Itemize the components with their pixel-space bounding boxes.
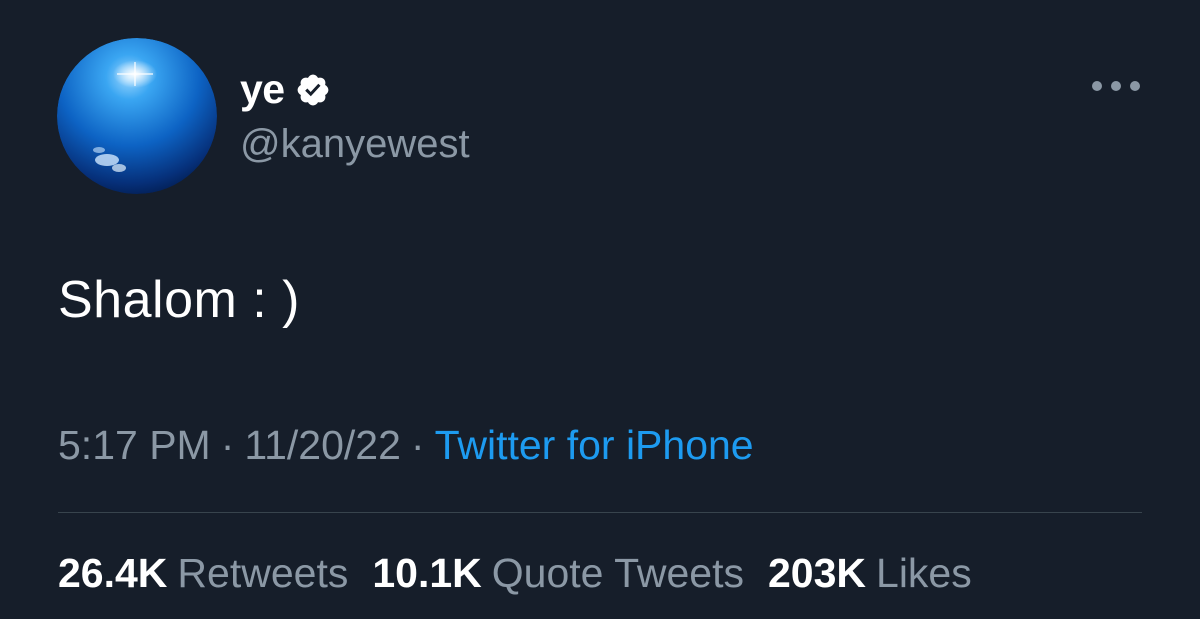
likes-label: Likes [876,550,972,596]
verified-badge-icon [295,72,331,108]
tweet-meta: 5:17 PM · 11/20/22 · Twitter for iPhone [58,422,754,469]
author-handle[interactable]: @kanyewest [240,122,470,167]
likes-stat[interactable]: 203K Likes [768,550,972,597]
tweet-source-link[interactable]: Twitter for iPhone [435,422,754,468]
retweets-label: Retweets [177,550,349,596]
display-name[interactable]: ye [240,66,285,113]
retweets-count: 26.4K [58,550,168,596]
avatar[interactable] [57,38,217,194]
divider [58,512,1142,513]
author-name-row[interactable]: ye [240,66,331,113]
tweet-text: Shalom : ) [58,271,300,329]
quote-tweets-label: Quote Tweets [491,550,744,596]
more-options-icon[interactable] [1092,74,1140,98]
tweet-time[interactable]: 5:17 PM [58,422,211,468]
tweet-date[interactable]: 11/20/22 [244,422,401,468]
quote-tweets-count: 10.1K [372,550,482,596]
tweet-stats: 26.4K Retweets 10.1K Quote Tweets 203K Like… [58,550,972,597]
quote-tweets-stat[interactable]: 10.1K Quote Tweets [372,550,744,597]
likes-count: 203K [768,550,867,596]
meta-separator: · [410,422,425,468]
retweets-stat[interactable]: 26.4K Retweets [58,550,348,597]
meta-separator: · [220,422,235,468]
globe-icon [57,38,217,194]
tweet-card: ye @kanyewest Shalom : ) 5:17 PM · 11/20/2… [0,0,1200,619]
